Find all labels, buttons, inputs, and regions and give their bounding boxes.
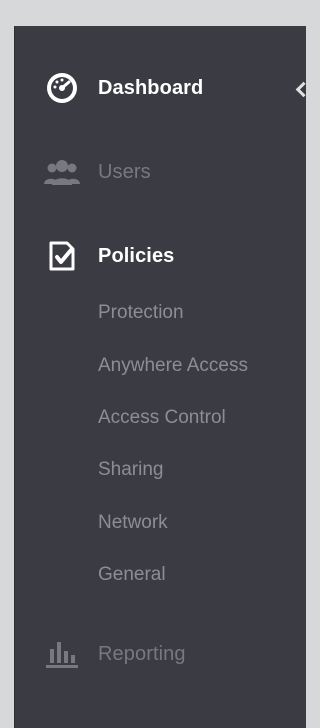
app-frame: Dashboard Users Policies Protection Anyw…: [0, 0, 312, 728]
submenu-item-anywhere-access[interactable]: Anywhere Access: [98, 351, 248, 381]
submenu-item-access-control[interactable]: Access Control: [98, 403, 226, 433]
submenu-item-label: Protection: [98, 302, 184, 323]
sidebar-item-reporting-label: Reporting: [98, 643, 186, 665]
dashboard-gauge-icon: [44, 70, 80, 106]
submenu-item-general[interactable]: General: [98, 560, 166, 590]
users-icon: [44, 154, 80, 190]
submenu-item-label: Sharing: [98, 459, 164, 480]
sidebar-item-users-label: Users: [98, 161, 151, 183]
submenu-item-label: Anywhere Access: [98, 355, 248, 376]
sidebar-item-dashboard-label: Dashboard: [98, 77, 204, 99]
sidebar-item-dashboard[interactable]: Dashboard: [14, 66, 306, 110]
submenu-item-label: Access Control: [98, 407, 226, 428]
policy-checklist-icon: [44, 238, 80, 274]
submenu-item-sharing[interactable]: Sharing: [98, 455, 164, 485]
submenu-item-label: General: [98, 564, 166, 585]
submenu-item-protection[interactable]: Protection: [98, 298, 184, 328]
sidebar-item-reporting[interactable]: Reporting: [14, 632, 306, 676]
submenu-item-network[interactable]: Network: [98, 508, 168, 538]
sidebar-item-policies-label: Policies: [98, 245, 175, 267]
sidebar-item-users[interactable]: Users: [14, 150, 306, 194]
submenu-item-label: Network: [98, 512, 168, 533]
sidebar-item-policies[interactable]: Policies: [14, 234, 306, 278]
sidebar-navigation: Dashboard Users Policies Protection Anyw…: [14, 26, 312, 728]
bar-chart-icon: [44, 636, 80, 672]
